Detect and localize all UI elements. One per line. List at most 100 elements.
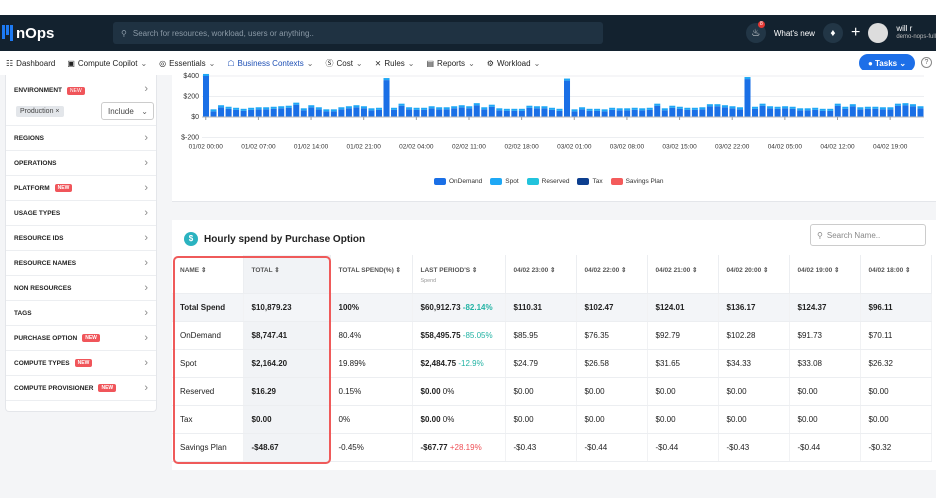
bar-spot	[413, 107, 420, 110]
cell-pct: 80.4%	[330, 321, 413, 350]
column-header[interactable]: 04/02 21:00 ⇕	[647, 255, 719, 294]
bar-ondemand	[488, 106, 495, 117]
global-search-input[interactable]: ⚲ Search for resources, workload, users o…	[113, 22, 603, 44]
menu-dashboard[interactable]: ☷ Dashboard	[0, 51, 61, 75]
rules-icon: ⨯	[374, 58, 382, 68]
bar-ondemand	[248, 109, 255, 117]
bar-spot	[842, 106, 849, 109]
bar-spot	[902, 103, 909, 106]
legend-item[interactable]: Savings Plan	[610, 178, 664, 185]
filter-non-resources[interactable]: NON RESOURCES ›	[6, 276, 156, 301]
plus-icon[interactable]: +	[851, 24, 860, 42]
legend-item[interactable]: Spot	[490, 178, 519, 185]
filter-regions[interactable]: REGIONS ›	[6, 126, 156, 151]
filter-purchase-option[interactable]: PURCHASE OPTION NEW ›	[6, 326, 156, 351]
menu-label: Workload	[496, 58, 531, 68]
include-select[interactable]: Include ⌄	[101, 102, 154, 120]
spend-chart-card: $400 $200 $0 $-200 01/02 00:00 01/02 07:00 01/…	[172, 70, 936, 202]
bar-spot	[300, 108, 307, 111]
production-chip[interactable]: Production ×	[16, 106, 64, 117]
bar-spot	[526, 105, 533, 108]
table-row[interactable]: Tax $0.00 0% $0.00 0% $0.00 $0.00 $0.00 $0.00 $0…	[172, 405, 932, 434]
bar-ondemand	[857, 109, 864, 117]
bar-spot	[248, 107, 255, 110]
table-row[interactable]: Total Spend $10,879.23 100% $60,912.73 -82.…	[172, 293, 932, 322]
bar-ondemand	[308, 107, 315, 117]
column-header[interactable]: 04/02 18:00 ⇕	[860, 255, 932, 294]
bar-ondemand	[413, 109, 420, 117]
new-badge: NEW	[54, 184, 73, 192]
filter-tags[interactable]: TAGS ›	[6, 301, 156, 326]
y-tick-label: $400	[183, 73, 199, 80]
column-header[interactable]: TOTAL ⇕	[243, 255, 331, 294]
chevron-down-icon: ⌄	[208, 58, 216, 68]
bar-spot	[661, 108, 668, 111]
bar-ondemand	[744, 79, 751, 117]
bar-ondemand	[323, 111, 330, 117]
column-header[interactable]: NAME ⇕	[172, 255, 244, 294]
chevron-right-icon[interactable]: ›	[144, 83, 148, 95]
column-header[interactable]: 04/02 22:00 ⇕	[576, 255, 648, 294]
filter-platform[interactable]: PLATFORM NEW ›	[6, 176, 156, 201]
last-period-value: $2,484.75	[420, 358, 457, 368]
bar-ondemand	[556, 110, 563, 117]
bar-spot	[654, 103, 661, 106]
filter-operations[interactable]: OPERATIONS ›	[6, 151, 156, 176]
search-name-input[interactable]: ⚲ Search Name..	[810, 224, 926, 246]
bar-spot	[330, 109, 337, 112]
table-row[interactable]: Spot $2,164.20 19.89% $2,484.75 -12.9% $24.7…	[172, 349, 932, 378]
filter-compute-provisioner[interactable]: COMPUTE PROVISIONER NEW ›	[6, 376, 156, 401]
logo[interactable]: nOps	[2, 25, 112, 42]
x-tick-label: 02/02 18:00	[504, 144, 539, 151]
filter-environment[interactable]: ENVIRONMENT NEW › Production × Include ⌄	[6, 75, 156, 126]
legend-item[interactable]: Tax	[577, 178, 603, 185]
filter-usage-types[interactable]: USAGE TYPES ›	[6, 201, 156, 226]
column-label: 04/02 21:00 ⇕	[655, 267, 698, 274]
fire-icon[interactable]: ♨ 8	[745, 21, 766, 43]
whats-new-link[interactable]: What's new	[774, 29, 815, 38]
bar-ondemand	[729, 108, 736, 117]
table-row[interactable]: Reserved $16.29 0.15% $0.00 0% $0.00 $0.00 $0.…	[172, 377, 932, 406]
column-header[interactable]: 04/02 23:00 ⇕	[505, 255, 577, 294]
cell-hour: $91.73	[789, 321, 861, 350]
filter-resource-ids[interactable]: RESOURCE IDS ›	[6, 226, 156, 251]
last-period-value: $58,495.75	[420, 330, 461, 340]
legend-item[interactable]: OnDemand	[434, 178, 482, 185]
chevron-right-icon: ›	[144, 307, 148, 319]
help-icon[interactable]: ?	[921, 57, 932, 68]
column-header[interactable]: TOTAL SPEND(%) ⇕	[330, 255, 413, 294]
column-header[interactable]: LAST PERIOD'S ⇕ Spend	[412, 255, 506, 294]
bar-spot	[872, 106, 879, 109]
user-menu[interactable]: will r demo-nops-full	[896, 24, 936, 42]
bar-ondemand	[481, 109, 488, 117]
menu-compute-copilot[interactable]: ▣ Compute Copilot ⌄	[61, 51, 153, 75]
bar-ondemand	[293, 104, 300, 117]
column-header[interactable]: 04/02 19:00 ⇕	[789, 255, 861, 294]
bar-ondemand	[383, 80, 390, 117]
table-row[interactable]: Savings Plan -$48.67 -0.45% -$67.77 +28.19%…	[172, 433, 932, 462]
bar-spot	[879, 107, 886, 110]
filter-compute-types[interactable]: COMPUTE TYPES NEW ›	[6, 351, 156, 376]
bar-ondemand	[233, 109, 240, 117]
column-header[interactable]: 04/02 20:00 ⇕	[718, 255, 790, 294]
bar-spot	[278, 106, 285, 109]
filter-resource-names[interactable]: RESOURCE NAMES ›	[6, 251, 156, 276]
bar-spot	[421, 107, 428, 110]
column-label: TOTAL SPEND(%) ⇕	[338, 267, 402, 274]
bar-spot	[819, 108, 826, 111]
bar-spot	[894, 103, 901, 106]
table-row[interactable]: OnDemand $8,747.41 80.4% $58,495.75 -85.05%…	[172, 321, 932, 350]
bar-ondemand	[669, 107, 676, 117]
column-label: LAST PERIOD'S ⇕	[420, 267, 478, 274]
cell-pct: 0%	[330, 405, 413, 434]
cell-hour: $92.79	[647, 321, 719, 350]
legend-item[interactable]: Reserved	[526, 178, 569, 185]
bar-ondemand	[774, 108, 781, 117]
chevron-right-icon: ›	[144, 357, 148, 369]
filter-label: COMPUTE PROVISIONER	[14, 384, 94, 392]
bar-spot	[436, 107, 443, 110]
avatar[interactable]	[868, 23, 889, 43]
bell-icon[interactable]: ♦	[822, 23, 843, 43]
column-label: 04/02 19:00 ⇕	[797, 267, 840, 274]
bar-ondemand	[864, 108, 871, 117]
